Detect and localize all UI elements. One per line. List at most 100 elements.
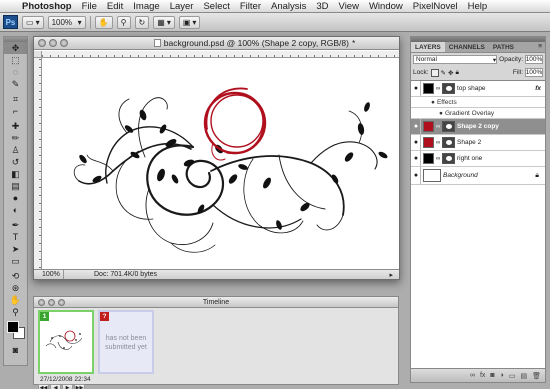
- new-group-icon[interactable]: ▭: [509, 372, 516, 380]
- hand-tool-icon[interactable]: ✋: [4, 294, 27, 306]
- horizontal-ruler[interactable]: [42, 51, 399, 58]
- type-tool-icon[interactable]: T: [4, 231, 27, 243]
- lock-transparent-icon[interactable]: [430, 68, 439, 77]
- first-frame-button[interactable]: ◀◀: [38, 384, 49, 389]
- zoom-tool-button[interactable]: ⚲: [116, 15, 131, 29]
- add-mask-icon[interactable]: ◙: [490, 372, 494, 379]
- gradient-tool-icon[interactable]: ▤: [4, 180, 27, 192]
- menu-photoshop[interactable]: Photoshop: [22, 1, 72, 12]
- rotate-view-button[interactable]: ↻: [134, 15, 150, 29]
- eye-icon[interactable]: ●: [412, 119, 421, 134]
- close-window-button[interactable]: [38, 39, 46, 47]
- quick-select-tool-icon[interactable]: ✎: [4, 78, 27, 90]
- brush-tool-icon[interactable]: ✏: [4, 132, 27, 144]
- hand-tool-button[interactable]: ✋: [94, 15, 113, 29]
- status-zoom-field[interactable]: 100%: [34, 270, 64, 279]
- quick-mask-icon[interactable]: ◙: [4, 344, 27, 356]
- crop-tool-icon[interactable]: ⌗: [4, 93, 27, 105]
- menu-image[interactable]: Image: [133, 1, 159, 12]
- panel-menu-icon[interactable]: ≡: [535, 42, 545, 52]
- lasso-tool-icon[interactable]: ◌: [4, 66, 27, 78]
- timeline-frame-pending[interactable]: ? has not been submitted yet: [98, 310, 154, 374]
- vector-mask-thumbnail: [442, 83, 455, 94]
- dodge-tool-icon[interactable]: ◐: [4, 204, 27, 216]
- menu-select[interactable]: Select: [203, 1, 229, 12]
- opacity-field[interactable]: 100%: [525, 55, 543, 64]
- menu-layer[interactable]: Layer: [170, 1, 194, 12]
- lock-all-icon[interactable]: 🔒︎: [455, 69, 458, 77]
- menu-filter[interactable]: Filter: [240, 1, 261, 12]
- layer-effects-row[interactable]: ● Effects: [411, 97, 545, 108]
- document-canvas[interactable]: [43, 59, 399, 269]
- last-frame-button[interactable]: ▶▶: [74, 384, 85, 389]
- zoom-window-button[interactable]: [60, 39, 68, 47]
- blend-mode-select[interactable]: Normal ▾: [413, 55, 498, 64]
- tab-channels[interactable]: CHANNELS: [445, 42, 489, 52]
- blur-tool-icon[interactable]: ●: [4, 192, 27, 204]
- next-frame-button[interactable]: ▶: [62, 384, 73, 389]
- menu-view[interactable]: View: [339, 1, 359, 12]
- bridge-button[interactable]: ▭ ▾: [22, 15, 44, 29]
- document-size-info[interactable]: Doc: 701.4K/0 bytes: [64, 271, 157, 278]
- fx-icon[interactable]: fx: [535, 85, 541, 92]
- eye-icon[interactable]: ●: [431, 99, 435, 106]
- eraser-tool-icon[interactable]: ◧: [4, 168, 27, 180]
- shape-tool-icon[interactable]: ▭: [4, 255, 27, 267]
- layer-row[interactable]: ● ∞ right one: [411, 151, 545, 167]
- link-layers-icon[interactable]: ∞: [470, 372, 475, 379]
- eye-icon[interactable]: ●: [439, 110, 443, 117]
- menu-pixelnovel[interactable]: PixelNovel: [413, 1, 458, 12]
- timeline-title-bar[interactable]: Timeline: [34, 297, 398, 308]
- healing-brush-tool-icon[interactable]: ✚: [4, 120, 27, 132]
- menu-edit[interactable]: Edit: [107, 1, 123, 12]
- layer-row-selected[interactable]: ● ∞ Shape 2 copy: [411, 119, 545, 135]
- menu-analysis[interactable]: Analysis: [271, 1, 306, 12]
- new-layer-icon[interactable]: ▤: [520, 372, 527, 380]
- zoom-tool-icon[interactable]: ⚲: [4, 306, 27, 318]
- menu-3d[interactable]: 3D: [316, 1, 328, 12]
- pen-tool-icon[interactable]: ✒: [4, 219, 27, 231]
- move-tool-icon[interactable]: ✥: [4, 42, 27, 54]
- marquee-tool-icon[interactable]: ⬚: [4, 54, 27, 66]
- fill-field[interactable]: 100%: [525, 68, 543, 77]
- trash-icon[interactable]: 🗑︎: [532, 372, 541, 380]
- path-selection-tool-icon[interactable]: ➤: [4, 243, 27, 255]
- layer-row[interactable]: ● ∞ top shape fx: [411, 81, 545, 97]
- layer-row[interactable]: ● ∞ Shape 2: [411, 135, 545, 151]
- foreground-color-swatch[interactable]: [7, 321, 19, 333]
- vector-mask-thumbnail: [442, 153, 455, 164]
- menu-file[interactable]: File: [82, 1, 97, 12]
- eye-icon[interactable]: ●: [412, 167, 421, 184]
- history-brush-tool-icon[interactable]: ↺: [4, 156, 27, 168]
- eye-icon[interactable]: ●: [412, 81, 421, 96]
- tab-paths[interactable]: PATHS: [489, 42, 518, 52]
- ruler-origin[interactable]: [34, 51, 42, 58]
- menu-window[interactable]: Window: [369, 1, 403, 12]
- add-style-icon[interactable]: fx: [480, 372, 485, 379]
- zoom-level-select[interactable]: 100% ▾: [47, 15, 86, 29]
- screen-mode-button[interactable]: ▣ ▾: [178, 15, 201, 29]
- timeline-frame[interactable]: 1: [38, 310, 94, 374]
- 3d-orbit-tool-icon[interactable]: ⊛: [4, 282, 27, 294]
- effect-name: Gradient Overlay: [444, 109, 495, 117]
- document-title-bar[interactable]: background.psd @ 100% (Shape 2 copy, RGB…: [34, 37, 399, 50]
- lock-pixels-icon[interactable]: ✎: [441, 69, 446, 77]
- previous-frame-button[interactable]: ◀: [50, 384, 61, 389]
- adjustment-layer-icon[interactable]: ◑: [500, 372, 504, 379]
- status-menu-arrow-icon[interactable]: ▸: [389, 271, 393, 279]
- eye-icon[interactable]: ●: [412, 135, 421, 150]
- document-window: background.psd @ 100% (Shape 2 copy, RGB…: [33, 36, 400, 280]
- minimize-window-button[interactable]: [49, 39, 57, 47]
- vertical-ruler[interactable]: [34, 51, 42, 269]
- clone-stamp-tool-icon[interactable]: ♙: [4, 144, 27, 156]
- arrange-documents-button[interactable]: ▦ ▾: [153, 15, 175, 29]
- menu-help[interactable]: Help: [468, 1, 488, 12]
- tab-layers[interactable]: LAYERS: [411, 42, 445, 52]
- lock-position-icon[interactable]: ✥: [448, 69, 453, 77]
- 3d-rotate-tool-icon[interactable]: ⟲: [4, 270, 27, 282]
- layer-row-background[interactable]: ● Background 🔒︎: [411, 167, 545, 185]
- layer-effect-row[interactable]: ● Gradient Overlay: [411, 108, 545, 119]
- eye-icon[interactable]: ●: [412, 151, 421, 166]
- eyedropper-tool-icon[interactable]: ⌐: [4, 105, 27, 117]
- layers-panel: LAYERS CHANNELS PATHS ≡ Normal ▾ Opacity:…: [410, 36, 546, 383]
